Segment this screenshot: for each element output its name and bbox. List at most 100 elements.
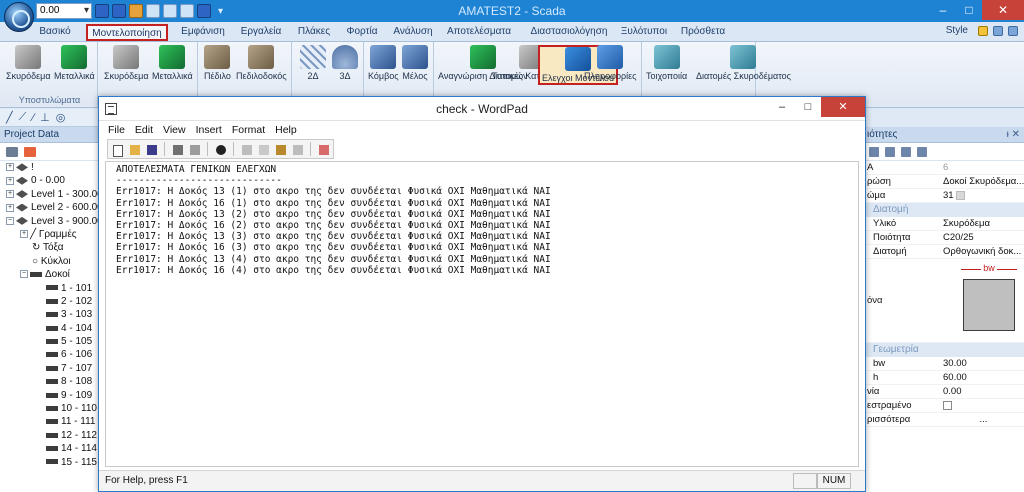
- tree-item[interactable]: 15 - 115: [0, 456, 99, 469]
- print-preview-icon[interactable]: [187, 142, 202, 157]
- tree-item[interactable]: 7 - 107: [0, 362, 99, 375]
- prop-row-h[interactable]: h 60.00: [865, 371, 1024, 385]
- menu-insert[interactable]: Insert: [191, 121, 227, 139]
- expand-icon[interactable]: +: [6, 163, 14, 172]
- flag-icon[interactable]: [1008, 26, 1018, 36]
- save-icon[interactable]: [144, 142, 159, 157]
- arc-tool-icon[interactable]: ∕: [32, 112, 34, 124]
- tree-item[interactable]: +0 - 0.00: [0, 174, 99, 187]
- menu-format[interactable]: Format: [227, 121, 270, 139]
- footing-beam-button[interactable]: Πεδιλοδοκός: [236, 45, 287, 81]
- tree-item[interactable]: 12 - 112: [0, 429, 99, 442]
- category-section[interactable]: Διατομή: [865, 203, 1024, 217]
- cut-icon[interactable]: [239, 142, 254, 157]
- menu-view[interactable]: View: [158, 121, 191, 139]
- menu-file[interactable]: File: [103, 121, 130, 139]
- expand-icon[interactable]: +: [6, 203, 14, 212]
- prop-row-material[interactable]: Υλικό Σκυρόδεμα: [865, 217, 1024, 231]
- maximize-button[interactable]: □: [956, 0, 982, 20]
- tree-item[interactable]: 2 - 102: [0, 295, 99, 308]
- wordpad-minimize-button[interactable]: –: [769, 97, 795, 117]
- tab-analysis[interactable]: Ανάλυση: [390, 24, 436, 41]
- tab-modeling[interactable]: Μοντελοποίηση: [86, 24, 168, 41]
- menu-help[interactable]: Help: [270, 121, 302, 139]
- open-folder-icon[interactable]: [127, 142, 142, 157]
- prop-row-angle[interactable]: νία 0.00: [865, 385, 1024, 399]
- tab-slabs[interactable]: Πλάκες: [292, 24, 336, 41]
- tree-item[interactable]: 1 - 101: [0, 282, 99, 295]
- tab-addons[interactable]: Πρόσθετα: [678, 24, 728, 41]
- tree-item[interactable]: 10 - 110: [0, 402, 99, 415]
- category-geometry[interactable]: Γεωμετρία: [865, 343, 1024, 357]
- line-tool-icon[interactable]: ╱: [6, 111, 13, 124]
- steel-beam-button[interactable]: Μεταλλικά: [152, 45, 193, 81]
- prop-row-rotated[interactable]: εστραμένο: [865, 399, 1024, 413]
- tree-item[interactable]: 9 - 109: [0, 389, 99, 402]
- tab-loads[interactable]: Φορτία: [340, 24, 384, 41]
- concrete-beam-button[interactable]: Σκυρόδεμα: [104, 45, 149, 81]
- tree-item[interactable]: 4 - 104: [0, 322, 99, 335]
- tab-design[interactable]: Διαστασιολόγηση: [526, 24, 612, 41]
- tree-item[interactable]: + Level 2 - 600.00: [0, 201, 99, 214]
- tree-item[interactable]: 8 - 108: [0, 375, 99, 388]
- tree-item[interactable]: + Level 1 - 300.00: [0, 188, 99, 201]
- tree-item[interactable]: 3 - 103: [0, 308, 99, 321]
- tree-item[interactable]: 11 - 111: [0, 415, 99, 428]
- surface-3d-button[interactable]: 3Δ: [332, 45, 358, 81]
- menu-edit[interactable]: Edit: [130, 121, 158, 139]
- style-menu[interactable]: Style: [946, 25, 968, 36]
- print-icon[interactable]: [170, 142, 185, 157]
- rotated-checkbox[interactable]: [943, 400, 952, 410]
- information-button[interactable]: Πληροφορίες: [584, 45, 636, 81]
- tree-item[interactable]: + ╱ Γραμμές: [0, 228, 99, 241]
- wordpad-close-button[interactable]: ✕: [821, 97, 865, 117]
- collapse-icon[interactable]: −: [20, 270, 28, 279]
- masonry-button[interactable]: Τοιχοποιία: [646, 45, 687, 81]
- steel-column-button[interactable]: Μεταλλικά: [54, 45, 95, 81]
- footing-button[interactable]: Πέδιλο: [204, 45, 231, 81]
- document-text-area[interactable]: ΑΠΟΤΕΛΕΣΜΑΤΑ ΓΕΝΙΚΩΝ ΕΛΕΓΧΩΝ -----------…: [105, 161, 859, 467]
- tab-tools[interactable]: Εργαλεία: [236, 24, 286, 41]
- new-document-icon[interactable]: [110, 142, 125, 157]
- polyline-tool-icon[interactable]: ⟋: [19, 111, 27, 124]
- lock-icon[interactable]: [978, 26, 988, 36]
- minimize-button[interactable]: –: [930, 0, 956, 20]
- expand-icon[interactable]: +: [20, 230, 28, 239]
- refresh-icon[interactable]: [24, 146, 36, 157]
- find-binoculars-icon[interactable]: [213, 142, 228, 157]
- prop-row-section[interactable]: Διατομή Ορθογωνική δοκ...: [865, 245, 1024, 259]
- tab-formwork[interactable]: Ξυλότυποι: [620, 24, 668, 41]
- paste-icon[interactable]: [273, 142, 288, 157]
- categorized-icon[interactable]: [869, 146, 879, 157]
- node-button[interactable]: Κόμβος: [368, 45, 399, 81]
- collapse-icon[interactable]: −: [6, 216, 14, 225]
- circle-tool-icon[interactable]: ◎: [56, 111, 66, 124]
- color-swatch[interactable]: [956, 190, 966, 200]
- prop-row-id[interactable]: A6: [865, 161, 1024, 175]
- property-pages-icon[interactable]: [901, 146, 911, 157]
- layers-icon[interactable]: [6, 146, 18, 157]
- pin-icon[interactable]: ᵻ ✕: [1007, 127, 1020, 143]
- member-button[interactable]: Μέλος: [402, 45, 428, 81]
- events-icon[interactable]: [917, 146, 927, 157]
- join-tool-icon[interactable]: ⊥: [40, 111, 50, 124]
- prop-row-more[interactable]: ρισσότερα...: [865, 413, 1024, 427]
- tree-item[interactable]: − Level 3 - 900.00: [0, 215, 99, 228]
- insert-date-icon[interactable]: [316, 142, 331, 157]
- tree-item[interactable]: − Δοκοί: [0, 268, 99, 281]
- close-button[interactable]: ✕: [982, 0, 1024, 20]
- undo-icon[interactable]: [290, 142, 305, 157]
- expand-icon[interactable]: +: [6, 190, 14, 199]
- tree-item[interactable]: 5 - 105: [0, 335, 99, 348]
- help-icon[interactable]: [993, 26, 1003, 36]
- prop-row-quality[interactable]: Ποιότητα C20/25: [865, 231, 1024, 245]
- app-menu-orb-icon[interactable]: [4, 2, 34, 32]
- prop-row-bw[interactable]: bw 30.00: [865, 357, 1024, 371]
- tree-item[interactable]: 14 - 114: [0, 442, 99, 455]
- prop-row-group[interactable]: ρώση Δοκοί Σκυρόδεμα...: [865, 175, 1024, 189]
- concrete-column-button[interactable]: Σκυρόδεμα: [6, 45, 51, 81]
- tree-item[interactable]: ↻ Τόξα: [0, 241, 99, 254]
- tree-item[interactable]: 6 - 106: [0, 348, 99, 361]
- expand-icon[interactable]: +: [6, 176, 14, 185]
- copy-icon[interactable]: [256, 142, 271, 157]
